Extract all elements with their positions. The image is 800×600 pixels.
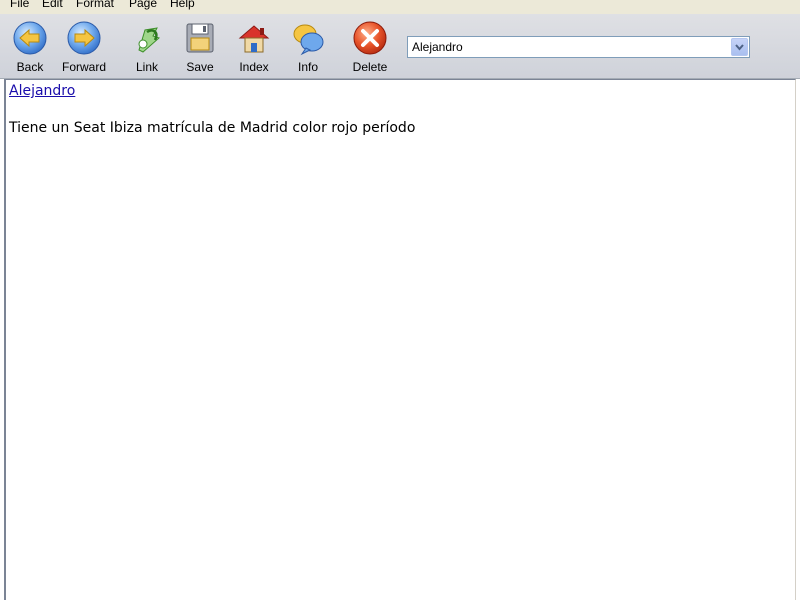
info-bubbles-icon bbox=[293, 24, 324, 56]
menu-edit[interactable]: Edit bbox=[42, 0, 63, 11]
info-label: Info bbox=[297, 60, 318, 74]
link-button[interactable]: Link bbox=[120, 18, 174, 76]
back-label: Back bbox=[16, 60, 44, 74]
delete-x-icon bbox=[353, 21, 387, 55]
link-label: Link bbox=[135, 60, 158, 74]
arrow-right-icon bbox=[67, 21, 101, 55]
delete-label: Delete bbox=[352, 60, 388, 74]
menu-page[interactable]: Page bbox=[129, 0, 157, 11]
forward-button[interactable]: Forward bbox=[57, 18, 111, 76]
menu-bar: File Edit Format Page Help bbox=[0, 0, 800, 14]
forward-label: Forward bbox=[61, 60, 106, 74]
page-select-value: Alejandro bbox=[412, 40, 463, 54]
dropdown-button[interactable] bbox=[731, 38, 748, 56]
page-content: Alejandro Tiene un Seat Ibiza matrícula … bbox=[4, 79, 796, 600]
home-icon bbox=[238, 25, 270, 53]
delete-button[interactable]: Delete bbox=[343, 18, 397, 76]
menu-file[interactable]: File bbox=[10, 0, 29, 11]
menu-format[interactable]: Format bbox=[76, 0, 114, 11]
toolbar: Back Forward Link Save Index Info Delete… bbox=[0, 14, 800, 79]
menu-help[interactable]: Help bbox=[170, 0, 195, 11]
back-button[interactable]: Back bbox=[3, 18, 57, 76]
page-select-combo[interactable]: Alejandro bbox=[407, 36, 750, 58]
info-button[interactable]: Info bbox=[281, 18, 335, 76]
page-body-text: Tiene un Seat Ibiza matrícula de Madrid … bbox=[9, 120, 416, 136]
save-button[interactable]: Save bbox=[173, 18, 227, 76]
index-button[interactable]: Index bbox=[227, 18, 281, 76]
chevron-down-icon bbox=[735, 44, 744, 51]
index-label: Index bbox=[239, 60, 269, 74]
arrow-left-icon bbox=[13, 21, 47, 55]
floppy-disk-icon bbox=[186, 23, 214, 53]
link-icon bbox=[138, 27, 160, 53]
page-title-link[interactable]: Alejandro bbox=[9, 83, 75, 99]
save-label: Save bbox=[186, 60, 214, 74]
